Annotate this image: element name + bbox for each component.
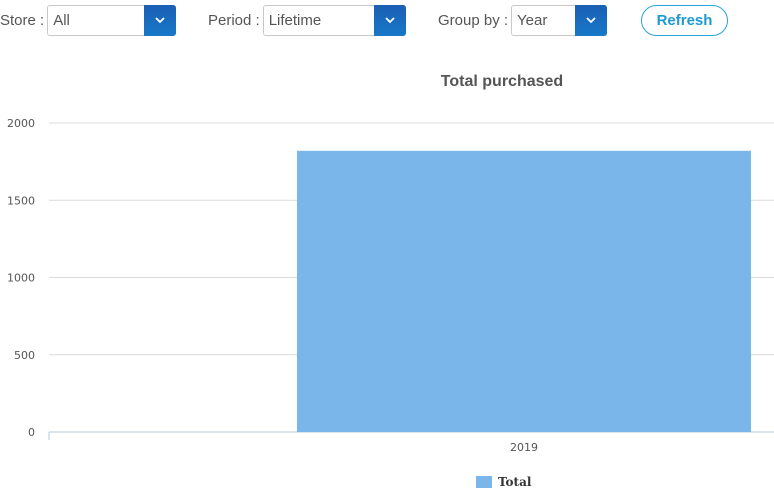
y-tick-label: 1000 [7,272,35,285]
bar-2019 [297,150,751,432]
chart-legend[interactable]: Total [476,475,531,489]
y-tick-label: 1500 [7,194,35,207]
y-tick-label: 2000 [7,117,35,130]
legend-swatch [476,476,492,488]
x-tick-label: 2019 [510,441,538,454]
y-tick-label: 500 [14,349,35,362]
y-tick-label: 0 [28,426,35,439]
chart: 0 500 1000 1500 2000 2019 [7,117,774,454]
legend-label: Total [498,475,532,489]
